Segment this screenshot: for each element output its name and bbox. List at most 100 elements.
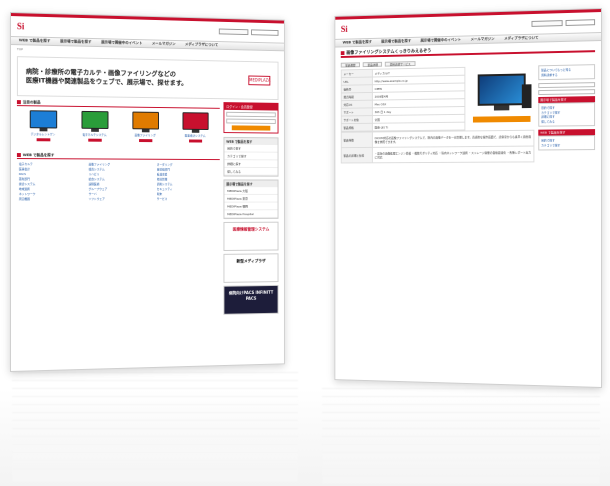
side-list: 目的で探す カテゴリで探す 詳細に探す 探してみる [538, 102, 595, 127]
section-marker-icon [341, 51, 345, 55]
side-box-item[interactable]: MEDIPlaza 福岡 [224, 203, 277, 211]
overview-table: 製品特徴 DICOM対応の画像ファイリングシステムで、院内の画像データを一元管理… [341, 130, 535, 164]
side-box-item[interactable]: MEDIPlaza 大阪 [224, 187, 277, 195]
side-link[interactable]: 資料請求する [541, 72, 592, 77]
login-password-field[interactable] [226, 119, 276, 124]
tab-overview[interactable]: 製品概要 [341, 62, 360, 67]
detail-text: ・最新の画像処理エンジン搭載 ・複数モダリティ対応 ・院内ネットワーク連携 ・ス… [375, 148, 532, 161]
section-marker-icon [17, 153, 21, 157]
row-value: ・最新の画像処理エンジン搭載 ・複数モダリティ対応 ・院内ネットワーク連携 ・ス… [372, 146, 534, 163]
product-title-text: 画像ファイリングシステムくっきりみえるぞう [346, 48, 431, 56]
category-link[interactable]: サーバ [89, 192, 151, 196]
side-box-item[interactable]: 探してみる [224, 168, 277, 176]
product-name[interactable]: 電子カルテシステム [82, 133, 106, 137]
product-card[interactable]: 医事会計システム [178, 112, 212, 149]
nav-item[interactable]: WEB で製品を探す [19, 38, 50, 44]
product-name[interactable]: 画像ファイリング [135, 133, 156, 137]
search-select[interactable] [219, 29, 249, 36]
product-card[interactable]: デジタルレントゲン [25, 110, 60, 148]
page-reflection [12, 372, 298, 482]
monitor-icon [182, 112, 208, 130]
nav-item[interactable]: 展示場で開催中のイベント [420, 38, 461, 44]
category-link[interactable]: 医事会計 [19, 167, 83, 171]
nav-item[interactable]: 展示場で製品を探す [60, 39, 91, 45]
category-link[interactable]: サービス [157, 197, 218, 201]
tab-detail[interactable]: 製品詳細 [363, 62, 383, 67]
search-input[interactable] [251, 29, 278, 35]
nav-item[interactable]: メディプラザについて [185, 42, 218, 48]
category-link[interactable]: 電子カルテ [19, 162, 83, 166]
category-link[interactable]: セキュリティ [157, 187, 218, 191]
table-row: 製品特徴 DICOM対応の画像ファイリングシステムで、院内の画像データを一元管理… [341, 130, 534, 147]
main-column: 注目の製品 デジタルレントゲン 電子カルテシステム 画像ファイリング 医事会計シ… [17, 99, 220, 322]
side-mini-button[interactable] [538, 82, 595, 88]
header-search [531, 19, 595, 27]
table-row: 製品の詳細と仕様 ・最新の画像処理エンジン搭載 ・複数モダリティ対応 ・院内ネッ… [341, 146, 534, 163]
category-link[interactable]: 地域連携 [19, 187, 83, 191]
content-columns: 注目の製品 デジタルレントゲン 電子カルテシステム 画像ファイリング 医事会計シ… [11, 99, 284, 322]
sidebar: ログイン・会員登録 WEB で製品を探す 目的で探す カテゴリで探す 詳細に探す… [223, 102, 278, 318]
hero-banner: 病院・診療所の電子カルテ・画像ファイリングなどの 医療IT機器や関連製品をウェブ… [17, 56, 279, 100]
search-select[interactable] [531, 20, 562, 27]
site-logo[interactable]: Si [17, 21, 24, 31]
category-link[interactable]: グループウェア [89, 187, 151, 191]
category-link[interactable]: 薬剤部門 [19, 177, 83, 181]
category-link[interactable]: PACS [19, 172, 83, 176]
category-link[interactable]: 給食システム [89, 177, 151, 181]
category-link[interactable]: ネットワーク [19, 192, 83, 196]
side-box-item[interactable]: MEDIPlaza 東京 [224, 195, 277, 203]
category-link[interactable]: 遠隔医療 [89, 182, 151, 186]
spec-table-wrap: メーカー メディカルIT URL http://www.example.co.jp 価格… [341, 67, 466, 132]
search-input[interactable] [566, 19, 596, 26]
category-link[interactable]: 検査システム [89, 167, 151, 171]
nav-item[interactable]: メールマガジン [471, 37, 495, 43]
row-label: 製品規格 [341, 123, 372, 131]
product-card[interactable]: 画像ファイリング [128, 112, 162, 150]
category-link[interactable]: 画像ファイリング [89, 162, 151, 166]
category-link[interactable]: 物流管理 [157, 177, 218, 181]
category-link[interactable]: 放射線部門 [157, 168, 218, 172]
nav-item[interactable]: WEB で製品を探す [343, 40, 372, 46]
spec-table: メーカー メディカルIT URL http://www.example.co.jp 価格… [341, 67, 466, 132]
side-link[interactable]: 探してみる [541, 119, 592, 124]
category-link[interactable]: リハビリ [89, 172, 151, 176]
ad-banner[interactable]: 新型メディプラザ [223, 253, 278, 283]
nav-item[interactable]: メールマガジン [152, 41, 176, 46]
product-card[interactable]: 電子カルテシステム [77, 111, 112, 149]
side-box-item[interactable]: 詳細に探す [224, 160, 277, 168]
tab-request[interactable]: 資料請求サービス [385, 61, 415, 66]
product-sidebar: 製品についてもっと知る 資料請求する 展示場で製品を探す 目的で探す カテゴリで… [538, 64, 595, 162]
category-link[interactable]: ソフトウェア [89, 197, 151, 201]
row-label: 製品の詳細と仕様 [341, 147, 372, 163]
header-search [219, 29, 279, 36]
table-row: 製品規格 医療 (JIS T) [341, 122, 465, 131]
login-button[interactable] [232, 125, 271, 130]
login-box: ログイン・会員登録 [223, 102, 278, 133]
monitor-stand [91, 129, 99, 132]
row-value: DICOM対応の画像ファイリングシステムで、院内の画像データを一元管理します。直… [372, 130, 534, 147]
side-link[interactable]: カテゴリで探す [541, 143, 592, 148]
showroom-cta-button[interactable] [473, 116, 531, 123]
category-link[interactable]: 調剤システム [157, 182, 218, 186]
category-link[interactable]: オーダリング [157, 163, 218, 167]
category-link[interactable]: 健診システム [19, 182, 83, 186]
nav-item[interactable]: 展示場で開催中のイベント [101, 40, 142, 46]
login-id-field[interactable] [226, 112, 276, 117]
side-box-showroom: 展示場で製品を探す MEDIPlaza 大阪 MEDIPlaza 東京 MEDI… [223, 179, 278, 219]
product-detail-button[interactable] [189, 140, 202, 143]
category-link[interactable]: 周辺機器 [19, 197, 83, 201]
nav-item[interactable]: 展示場で製品を探す [381, 39, 411, 45]
product-name[interactable]: 医事会計システム [185, 134, 206, 138]
product-name[interactable]: デジタルレントゲン [31, 132, 56, 136]
product-detail-button[interactable] [36, 138, 50, 141]
ad-banner[interactable]: 医療情報管理システム [223, 222, 278, 251]
product-detail-button[interactable] [88, 139, 102, 142]
category-link[interactable]: 端末 [157, 192, 218, 196]
ad-banner[interactable]: 病院向けPACS INFINITT PACS [223, 285, 278, 315]
side-mini-button[interactable] [538, 89, 595, 95]
side-box-item[interactable]: MEDIPlaza Hospital [224, 210, 277, 218]
product-detail-button[interactable] [139, 139, 152, 142]
nav-item[interactable]: メディプラザについて [504, 36, 538, 42]
category-link[interactable]: 看護支援 [157, 172, 218, 176]
site-logo[interactable]: Si [341, 24, 348, 34]
